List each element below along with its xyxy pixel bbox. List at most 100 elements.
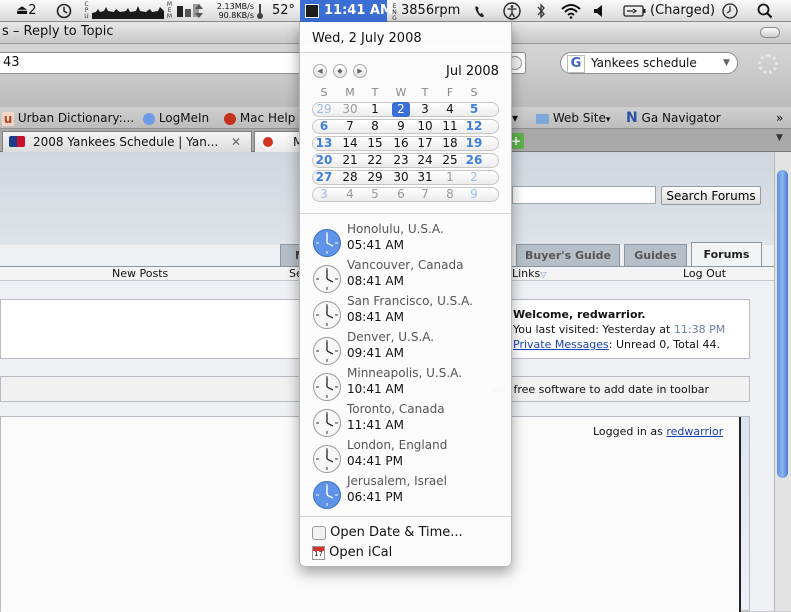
calendar-day[interactable]: 22 xyxy=(364,153,386,168)
battery-status[interactable]: (Charged) xyxy=(650,0,715,22)
world-clock-item[interactable]: Toronto, Canada 11:41 AM xyxy=(312,402,502,438)
clock-face-icon[interactable] xyxy=(721,0,739,22)
calendar-day[interactable]: 19 xyxy=(463,136,485,151)
bookmark-logmein[interactable]: LogMeIn xyxy=(143,107,209,129)
battery-icon[interactable] xyxy=(623,0,647,22)
site-tab-forums[interactable]: Forums xyxy=(691,242,762,266)
private-messages-link[interactable]: Private Messages xyxy=(513,338,609,351)
network-speed[interactable]: 2.13MB/s 90.8KB/s xyxy=(209,2,254,20)
today-button[interactable]: ◆ xyxy=(333,64,347,78)
calendar-day[interactable]: 3 xyxy=(313,187,335,202)
calendar-day[interactable]: 24 xyxy=(414,153,436,168)
calendar-day[interactable]: 17 xyxy=(414,136,436,151)
calendar-day[interactable]: 21 xyxy=(339,153,361,168)
tab-list-icon[interactable]: ▼ xyxy=(776,133,783,143)
world-clock-item[interactable]: San Francisco, U.S.A. 08:41 AM xyxy=(312,294,502,330)
bluetooth-icon[interactable] xyxy=(536,0,546,22)
calendar-day[interactable]: 30 xyxy=(339,102,361,117)
tab-yankees-schedule[interactable]: 2008 Yankees Schedule | Yan... ✕ xyxy=(2,131,252,152)
world-clock-item[interactable]: Vancouver, Canada 08:41 AM xyxy=(312,258,502,294)
calendar-day[interactable]: 29 xyxy=(313,102,335,117)
wifi-icon[interactable] xyxy=(560,0,582,22)
calendar-day[interactable]: 2 xyxy=(463,170,485,185)
spotlight-icon[interactable] xyxy=(756,0,774,22)
bookmark-mac-help[interactable]: Mac Help xyxy=(224,107,295,129)
calendar-day[interactable]: 13 xyxy=(313,136,335,151)
open-ical-menu-item[interactable]: 17 Open iCal xyxy=(312,543,392,563)
search-dropdown-icon[interactable]: ▼ xyxy=(723,53,730,73)
forum-search-input[interactable] xyxy=(512,186,656,204)
calendar-day[interactable]: 25 xyxy=(439,153,461,168)
calendar-day[interactable]: 1 xyxy=(439,170,461,185)
more-bookmarks-icon[interactable]: » xyxy=(776,107,783,129)
ical-icon: 17 xyxy=(312,545,325,560)
site-tab-buyers-guide[interactable]: Buyer's Guide xyxy=(516,244,620,266)
calendar-day[interactable]: 16 xyxy=(390,136,412,151)
world-clock-item[interactable]: Minneapolis, U.S.A. 10:41 AM xyxy=(312,366,502,402)
calendar-day[interactable]: 4 xyxy=(439,102,461,117)
calendar-day[interactable]: 23 xyxy=(390,153,412,168)
clock-menu-extra[interactable]: 11:41 AM xyxy=(300,0,393,22)
calendar-day[interactable]: 3 xyxy=(414,102,436,117)
open-date-time-menu-item[interactable]: Open Date & Time... xyxy=(312,523,463,543)
tab-close-icon[interactable]: ✕ xyxy=(231,132,241,152)
nav-log-out[interactable]: Log Out xyxy=(683,267,726,280)
bookmark-urban-dictionary[interactable]: u Urban Dictionary:... xyxy=(2,107,134,129)
calendar-day[interactable]: 7 xyxy=(339,119,361,134)
loading-spinner-icon xyxy=(758,54,778,74)
calendar-day[interactable]: 10 xyxy=(414,119,436,134)
logged-in-user-link[interactable]: redwarrior xyxy=(666,425,723,438)
calendar-day[interactable]: 26 xyxy=(463,153,485,168)
cpu-graph[interactable] xyxy=(92,0,164,22)
calendar-day-today[interactable]: 2 xyxy=(392,102,410,117)
site-tab-guides[interactable]: Guides xyxy=(624,244,687,266)
vertical-scrollbar[interactable] xyxy=(774,152,791,611)
calendar-day[interactable]: 9 xyxy=(390,119,412,134)
calendar-day[interactable]: 18 xyxy=(439,136,461,151)
calendar-day[interactable]: 11 xyxy=(439,119,461,134)
bookmark-ga-navigator[interactable]: N Ga Navigator xyxy=(626,107,721,129)
nav-links[interactable]: Links▽ xyxy=(512,267,546,280)
calendar-day[interactable]: 27 xyxy=(313,170,335,185)
day-clock-icon xyxy=(313,301,341,329)
tab-current[interactable]: M xyxy=(254,131,304,152)
calendar-day[interactable]: 1 xyxy=(364,102,386,117)
time-machine-icon[interactable] xyxy=(55,0,73,22)
calendar-day[interactable]: 9 xyxy=(463,187,485,202)
calendar-day[interactable]: 28 xyxy=(339,170,361,185)
volume-icon[interactable] xyxy=(592,0,606,22)
world-clock-item[interactable]: Denver, U.S.A. 09:41 AM xyxy=(312,330,502,366)
calendar-day[interactable]: 31 xyxy=(414,170,436,185)
fan-speed[interactable]: 3856rpm xyxy=(401,0,460,22)
calendar-day[interactable]: 12 xyxy=(463,119,485,134)
eject-menu-extra[interactable]: ⏏2 xyxy=(16,0,37,22)
world-clock-item[interactable]: Jerusalem, Israel 06:41 PM xyxy=(312,474,502,510)
calendar-day[interactable]: 8 xyxy=(364,119,386,134)
calendar-day[interactable]: 6 xyxy=(313,119,335,134)
search-field[interactable]: G Yankees schedule ▼ xyxy=(560,52,738,74)
temperature-reading[interactable]: 52° xyxy=(272,0,295,22)
calendar-day[interactable]: 4 xyxy=(339,187,361,202)
bookmarks-chevron-icon[interactable]: ▾ xyxy=(512,107,518,129)
calendar-day[interactable]: 15 xyxy=(364,136,386,151)
calendar-day[interactable]: 30 xyxy=(390,170,412,185)
previous-month-button[interactable]: ◀ xyxy=(313,64,327,78)
scrollbar-thumb[interactable] xyxy=(777,170,788,478)
calendar-day[interactable]: 5 xyxy=(463,102,485,117)
calendar-day[interactable]: 14 xyxy=(339,136,361,151)
phone-icon[interactable] xyxy=(472,0,488,22)
search-forums-button[interactable]: Search Forums xyxy=(661,186,761,205)
next-month-button[interactable]: ▶ xyxy=(353,64,367,78)
calendar-day[interactable]: 6 xyxy=(390,187,412,202)
world-clock-item[interactable]: Honolulu, U.S.A. 05:41 AM xyxy=(312,222,502,258)
toolbar-toggle-button[interactable] xyxy=(760,27,780,38)
world-clock-item[interactable]: London, England 04:41 PM xyxy=(312,438,502,474)
calendar-day[interactable]: 5 xyxy=(364,187,386,202)
calendar-day[interactable]: 20 xyxy=(313,153,335,168)
calendar-day[interactable]: 7 xyxy=(414,187,436,202)
nav-new-posts[interactable]: New Posts xyxy=(112,267,168,280)
bookmark-web-site[interactable]: Web Site▾ xyxy=(536,107,610,129)
calendar-day[interactable]: 29 xyxy=(364,170,386,185)
accessibility-icon[interactable] xyxy=(502,0,522,22)
calendar-day[interactable]: 8 xyxy=(439,187,461,202)
